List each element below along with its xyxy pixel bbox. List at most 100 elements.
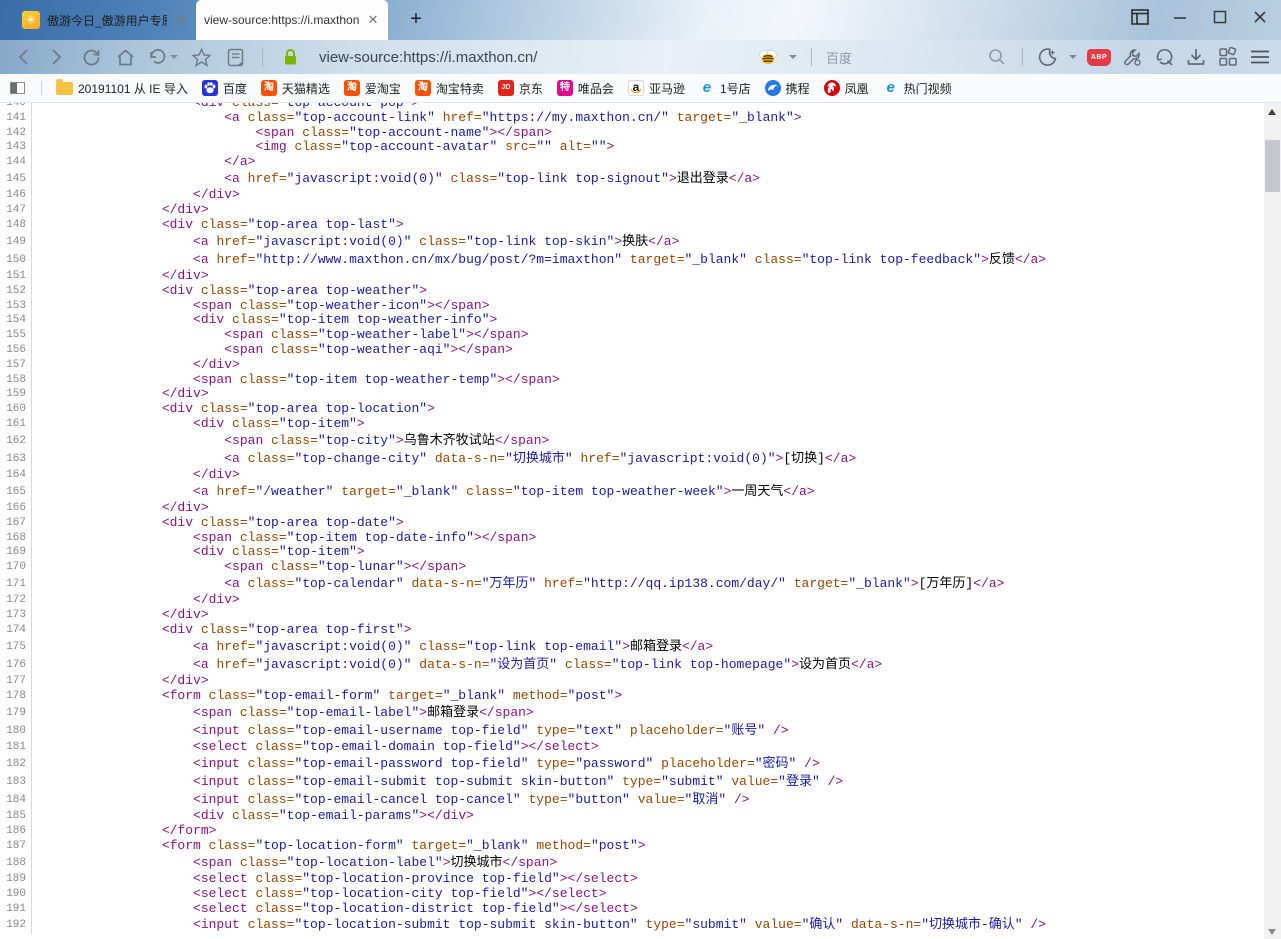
source-code-text: <input class="top-email-username top-fie… — [32, 722, 789, 740]
line-number: 156 — [0, 343, 32, 358]
line-number: 167 — [0, 516, 32, 531]
bookmark-item[interactable]: 携程 — [765, 80, 810, 97]
url-text[interactable]: view-source:https://i.maxthon.cn/ — [319, 49, 537, 66]
undo-caret-icon[interactable] — [170, 55, 178, 59]
download-icon[interactable] — [1185, 46, 1207, 68]
bookmark-item[interactable]: 百度 — [202, 80, 247, 97]
line-number: 157 — [0, 358, 32, 373]
bookmark-label: 携程 — [786, 80, 810, 97]
source-line: 149 <a href="javascript:void(0)" class="… — [0, 233, 1281, 251]
line-number: 165 — [0, 483, 32, 501]
bookmark-item[interactable]: JD京东 — [498, 80, 543, 97]
maximize-icon[interactable] — [1207, 4, 1233, 30]
line-number: 175 — [0, 638, 32, 656]
layout-split-icon[interactable] — [1127, 4, 1153, 30]
line-number: 182 — [0, 755, 32, 773]
ifeng-phoenix-icon — [824, 80, 840, 96]
source-code-text: <form class="top-location-form" target="… — [32, 839, 646, 854]
line-number: 147 — [0, 203, 32, 218]
search-engine-bee-icon[interactable] — [757, 46, 779, 68]
source-code-text: <span class="top-item top-weather-temp">… — [32, 373, 560, 388]
line-number: 143 — [0, 140, 32, 155]
bookmark-item[interactable]: 特唯品会 — [557, 80, 614, 97]
line-number: 170 — [0, 560, 32, 575]
bookmark-label: 凤凰 — [845, 80, 869, 97]
search-engine-caret-icon[interactable] — [789, 55, 797, 59]
source-line: 177 </div> — [0, 674, 1281, 689]
source-line: 187 <form class="top-location-form" targ… — [0, 839, 1281, 854]
bookmark-item[interactable]: 凤凰 — [824, 80, 869, 97]
tab-view-source[interactable]: view-source:https://i.maxthon.cn/ ✕ — [196, 0, 388, 40]
night-mode-moon-icon[interactable] — [1037, 46, 1059, 68]
source-line: 142 <span class="top-account-name"></spa… — [0, 126, 1281, 141]
undo-icon[interactable] — [148, 46, 178, 68]
bookmark-label: 20191101 从 IE 导入 — [78, 80, 188, 97]
nav-buttons: view-source:https://i.maxthon.cn/ — [0, 46, 537, 68]
back-icon[interactable] — [12, 46, 34, 68]
reading-list-icon[interactable] — [224, 46, 246, 68]
source-code-text: <input class="top-email-password top-fie… — [32, 755, 820, 773]
bookmark-item[interactable]: 淘天猫精选 — [261, 80, 330, 97]
scrollbar-thumb[interactable] — [1265, 140, 1280, 192]
reload-icon[interactable] — [80, 46, 102, 68]
source-code-text: </div> — [32, 608, 209, 623]
bookmarks-panel-icon[interactable] — [10, 82, 25, 94]
new-tab-button[interactable]: + — [403, 6, 429, 32]
source-line: 188 <span class="top-location-label">切换城… — [0, 854, 1281, 872]
line-number: 153 — [0, 299, 32, 314]
vertical-scrollbar[interactable] — [1264, 103, 1281, 939]
source-code-text: </div> — [32, 674, 209, 689]
source-code-text: <div class="top-area top-date"> — [32, 516, 404, 531]
divider — [41, 81, 42, 95]
bookmark-item[interactable]: e热门视频 — [883, 80, 952, 97]
source-code-text: <div class="top-area top-weather"> — [32, 284, 427, 299]
night-mode-caret-icon[interactable] — [1069, 55, 1077, 59]
source-code-text: </div> — [32, 593, 240, 608]
bookmark-label: 热门视频 — [904, 80, 952, 97]
source-line: 148 <div class="top-area top-last"> — [0, 218, 1281, 233]
bookmark-label: 爱淘宝 — [365, 80, 401, 97]
source-code-text: <div class="top-area top-last"> — [32, 218, 404, 233]
line-number: 169 — [0, 545, 32, 560]
forward-icon[interactable] — [46, 46, 68, 68]
home-icon[interactable] — [114, 46, 136, 68]
bookmarks-bar: 20191101 从 IE 导入 百度淘天猫精选淘爱淘宝淘淘宝特卖JD京东特唯品… — [0, 74, 1281, 103]
source-line: 147 </div> — [0, 203, 1281, 218]
bookmark-item[interactable]: e1号店 — [699, 80, 751, 97]
https-lock-icon[interactable] — [279, 46, 301, 68]
tab-close-icon[interactable]: ✕ — [366, 12, 380, 28]
bookmark-item[interactable]: 淘淘宝特卖 — [415, 80, 484, 97]
extensions-grid-icon[interactable] — [1217, 46, 1239, 68]
source-line: 191 <select class="top-location-district… — [0, 902, 1281, 917]
bookmark-item[interactable]: 淘爱淘宝 — [344, 80, 401, 97]
source-line: 167 <div class="top-area top-date"> — [0, 516, 1281, 531]
bookmark-folder-ie-import[interactable]: 20191101 从 IE 导入 — [56, 80, 188, 97]
search-icon[interactable] — [986, 46, 1008, 68]
tab-close-icon[interactable]: ✕ — [174, 12, 188, 28]
minimize-icon[interactable] — [1167, 4, 1193, 30]
resource-sniffer-icon[interactable] — [1153, 46, 1175, 68]
line-number: 181 — [0, 740, 32, 755]
address-bar: view-source:https://i.maxthon.cn/ 百度 ABP — [0, 40, 1281, 74]
close-icon[interactable] — [1247, 4, 1273, 30]
line-number: 163 — [0, 450, 32, 468]
source-code-text: <span class="top-weather-icon"></span> — [32, 299, 490, 314]
source-code-text: <div class="top-area top-location"> — [32, 402, 435, 417]
adblock-plus-icon[interactable]: ABP — [1087, 49, 1111, 66]
scroll-down-icon[interactable] — [1268, 929, 1276, 935]
scroll-up-icon[interactable] — [1268, 109, 1276, 115]
tools-wrench-icon[interactable] — [1121, 46, 1143, 68]
menu-hamburger-icon[interactable] — [1249, 46, 1271, 68]
search-input[interactable]: 百度 — [826, 48, 976, 67]
tab-maxthon-today[interactable]: ☀ 傲游今日_傲游用户专属的网 ✕ — [14, 0, 196, 40]
source-line: 153 <span class="top-weather-icon"></spa… — [0, 299, 1281, 314]
bookmark-item[interactable]: a亚马逊 — [628, 80, 685, 97]
line-number: 159 — [0, 387, 32, 402]
source-line: 182 <input class="top-email-password top… — [0, 755, 1281, 773]
source-code-text: <a href="/weather" target="_blank" class… — [32, 483, 815, 501]
source-line: 185 <div class="top-email-params"></div> — [0, 809, 1281, 824]
favorite-star-icon[interactable] — [190, 46, 212, 68]
source-line: 152 <div class="top-area top-weather"> — [0, 284, 1281, 299]
taobao-icon: 淘 — [415, 80, 431, 96]
source-line: 144 </a> — [0, 155, 1281, 170]
